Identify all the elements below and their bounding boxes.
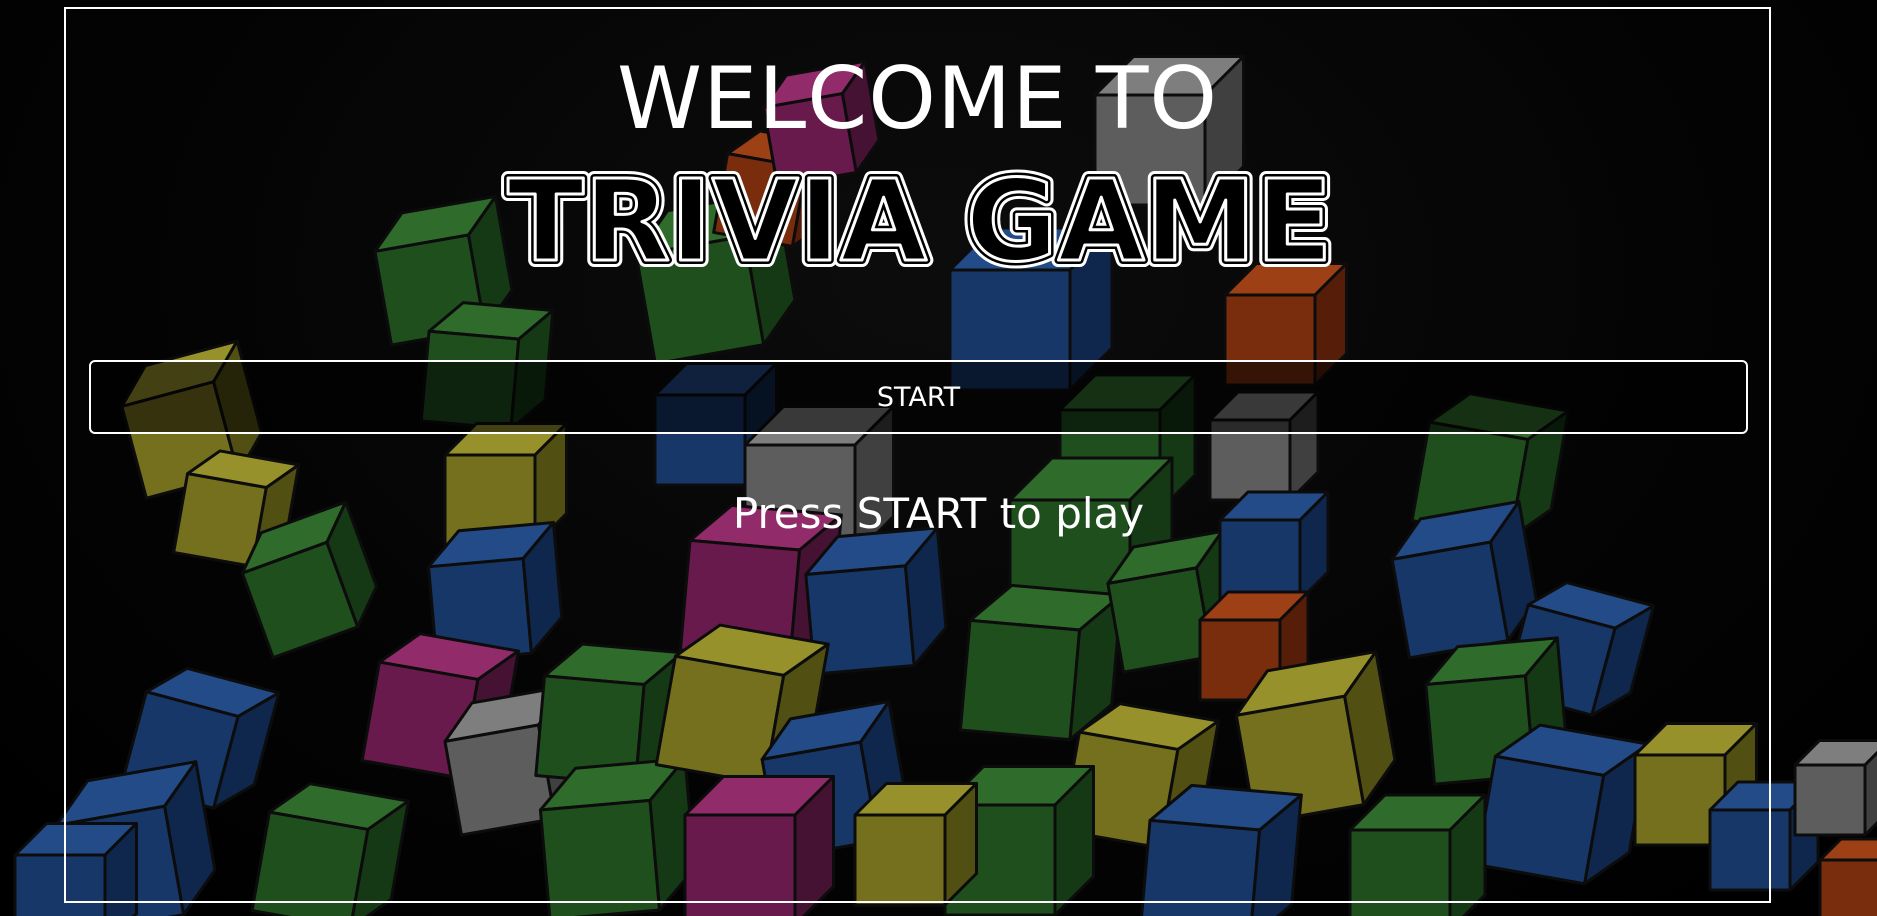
instruction-text: Press START to play [732, 489, 1145, 538]
welcome-heading: WELCOME TO [616, 49, 1219, 149]
game-screen: WELCOME TO TRIVIA GAME TRIVIA GAME TRIVI… [0, 0, 1877, 916]
game-title: TRIVIA GAME TRIVIA GAME TRIVIA GAME [501, 158, 1340, 278]
game-frame: WELCOME TO [64, 7, 1771, 903]
game-title-inner-line: TRIVIA GAME [508, 158, 1333, 278]
start-button[interactable]: START [89, 360, 1748, 434]
